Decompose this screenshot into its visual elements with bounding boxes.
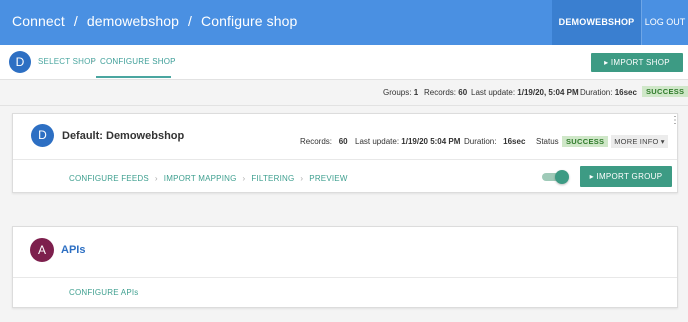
preview-link[interactable]: PREVIEW — [309, 174, 347, 183]
last-update-stat: Last update: 1/19/20, 5:04 PM — [471, 88, 579, 97]
apis-card: A APIs CONFIGURE APIs — [12, 226, 678, 308]
configure-feeds-link[interactable]: CONFIGURE FEEDS — [69, 174, 149, 183]
step-bar: D SELECT SHOP › CONFIGURE SHOP ▸ IMPORT … — [0, 45, 688, 80]
more-vert-icon[interactable]: ⋮ — [670, 116, 680, 126]
divider — [0, 105, 688, 106]
status-badge: SUCCESS — [642, 86, 688, 97]
more-info-button[interactable]: MORE INFO ▾ — [611, 135, 668, 148]
import-mapping-link[interactable]: IMPORT MAPPING — [164, 174, 237, 183]
group-status-label: Status — [536, 137, 559, 146]
chevron-right-icon: › — [154, 174, 158, 183]
group-status-badge: SUCCESS — [562, 136, 609, 147]
duration-stat: Duration: 16sec — [580, 88, 637, 97]
configure-apis-link[interactable]: CONFIGURE APIs — [69, 288, 138, 297]
breadcrumb: Connect / demowebshop / Configure shop — [12, 13, 297, 29]
breadcrumb-separator: / — [73, 13, 78, 29]
apis-card-header: A APIs — [13, 227, 677, 278]
breadcrumb-separator: / — [188, 13, 193, 29]
filtering-link[interactable]: FILTERING — [251, 174, 294, 183]
logout-button[interactable]: LOG OUT — [641, 0, 688, 45]
top-navigation-bar: Connect / demowebshop / Configure shop DEMOW… — [0, 0, 688, 45]
breadcrumb-connect[interactable]: Connect — [12, 13, 65, 29]
group-config-links: CONFIGURE FEEDS › IMPORT MAPPING › FILTERING… — [69, 174, 348, 183]
shop-status-summary: Groups: 1 Records: 60 Last update: 1/19/… — [0, 84, 688, 100]
group-card: D Default: Demowebshop Records: 60 Last … — [12, 113, 680, 193]
chevron-right-icon: › — [91, 56, 94, 65]
groups-stat: Groups: 1 — [383, 88, 419, 97]
breadcrumb-current: Configure shop — [201, 13, 298, 29]
group-records: Records: 60 — [300, 137, 348, 146]
apis-avatar: A — [30, 238, 54, 262]
step-configure-shop[interactable]: CONFIGURE SHOP — [100, 57, 176, 66]
store-menu-button[interactable]: DEMOWEBSHOP — [552, 0, 641, 45]
shop-avatar: D — [9, 51, 31, 73]
step-select-shop[interactable]: SELECT SHOP — [38, 57, 96, 66]
chevron-right-icon: › — [242, 174, 246, 183]
import-shop-button[interactable]: ▸ IMPORT SHOP — [591, 53, 683, 72]
chevron-right-icon: › — [300, 174, 304, 183]
breadcrumb-shop[interactable]: demowebshop — [87, 13, 179, 29]
group-card-header: D Default: Demowebshop Records: 60 Last … — [13, 114, 680, 160]
group-avatar: D — [31, 124, 54, 147]
active-step-indicator — [96, 76, 171, 78]
group-duration: Duration: 16sec — [464, 137, 526, 146]
group-title: Default: Demowebshop — [62, 130, 185, 142]
toggle-knob — [555, 170, 569, 184]
import-group-button[interactable]: ▸ IMPORT GROUP — [580, 166, 672, 187]
group-enabled-toggle[interactable] — [542, 170, 569, 184]
group-last-update: Last update: 1/19/20 5:04 PM — [355, 137, 461, 146]
apis-title[interactable]: APIs — [61, 244, 85, 256]
records-stat: Records: 60 — [424, 88, 468, 97]
